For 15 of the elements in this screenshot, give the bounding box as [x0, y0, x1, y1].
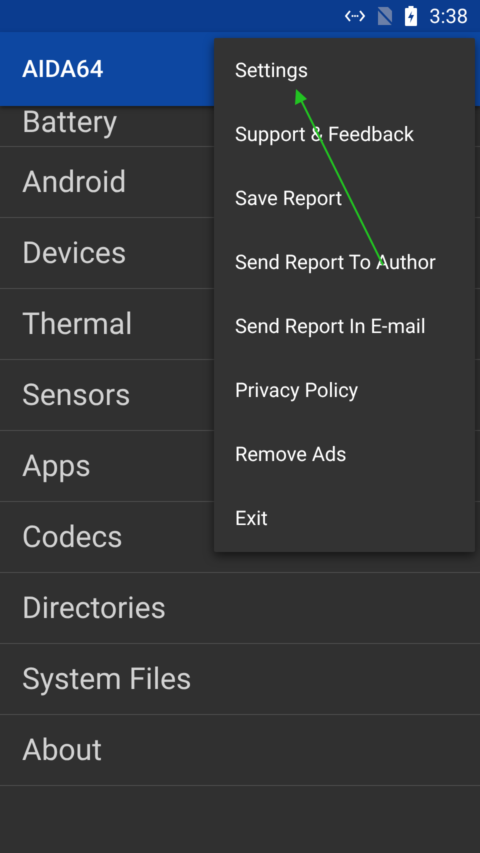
data-transfer-icon — [345, 10, 366, 22]
menu-item[interactable]: Send Report In E-mail — [214, 294, 475, 358]
no-sim-icon — [377, 6, 394, 26]
app-title: AIDA64 — [22, 54, 104, 85]
menu-item[interactable]: Send Report To Author — [214, 230, 475, 294]
category-item[interactable]: System Files — [0, 644, 480, 715]
menu-item[interactable]: Remove Ads — [214, 422, 475, 486]
status-time: 3:38 — [429, 6, 468, 26]
menu-item[interactable]: Settings — [214, 38, 475, 102]
menu-item[interactable]: Exit — [214, 486, 475, 550]
battery-charging-icon — [405, 6, 418, 26]
category-item[interactable]: Directories — [0, 573, 480, 644]
menu-item[interactable]: Privacy Policy — [214, 358, 475, 422]
menu-item[interactable]: Save Report — [214, 166, 475, 230]
category-item[interactable]: About — [0, 715, 480, 786]
